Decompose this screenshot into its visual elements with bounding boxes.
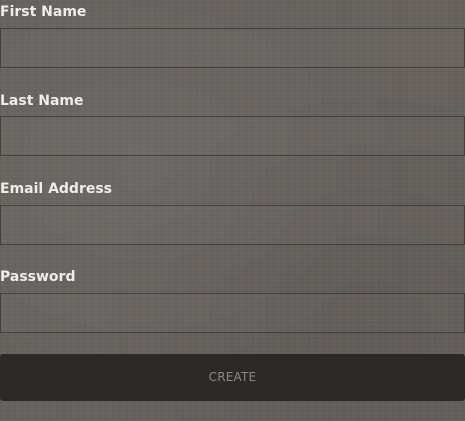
email-address-label: Email Address (0, 181, 113, 197)
password-label: Password (0, 269, 76, 285)
create-account-form: First Name Last Name Email Address Passw… (0, 0, 465, 421)
create-button[interactable]: CREATE (0, 354, 465, 401)
first-name-label: First Name (0, 4, 87, 20)
first-name-input[interactable] (0, 28, 465, 68)
email-address-input[interactable] (0, 205, 465, 245)
last-name-input[interactable] (0, 116, 465, 156)
last-name-label: Last Name (0, 93, 84, 109)
password-input[interactable] (0, 293, 465, 333)
